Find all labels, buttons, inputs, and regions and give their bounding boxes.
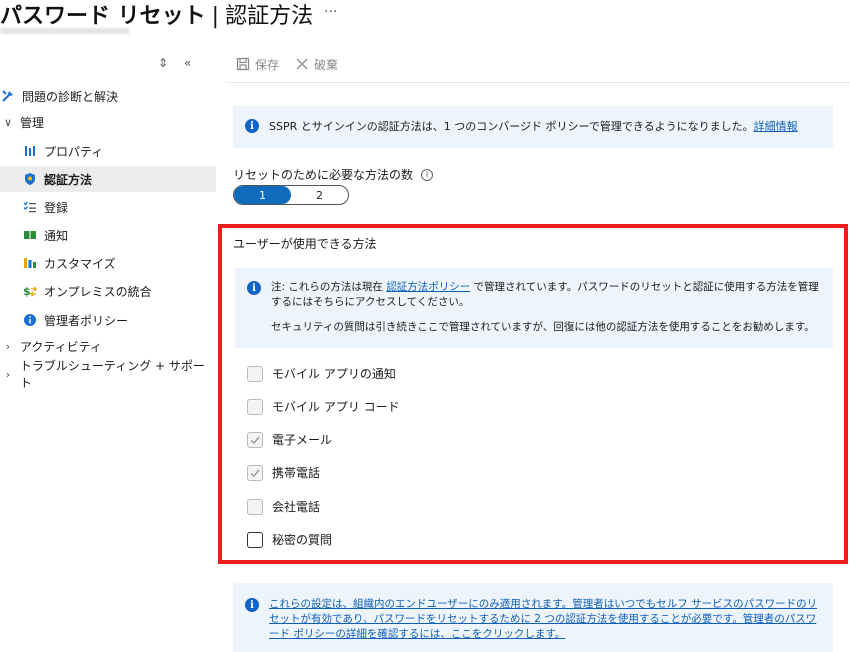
toolbar-divider [226,82,850,83]
info-tooltip-icon[interactable]: i [421,168,434,181]
methods-note-line2: セキュリティの質問は引き続きここで管理されていますが、回復には他の認証方法を使用… [271,321,815,333]
checkmark-icon [250,436,260,444]
chevron-right-icon: › [5,367,11,381]
info-banner-text-wrap: SSPR とサインインの認証方法は、1 つのコンバージド ポリシーで管理できるよ… [269,119,798,134]
methods-note-banner: i 注: これらの方法は現在 認証方法ポリシー で管理されています。パスワードの… [235,268,833,348]
sidebar-group-manage[interactable]: ∨ 管理 [0,109,216,135]
page-title: パスワード リセット | 認証方法 [0,0,313,30]
sidebar-item-label: 認証方法 [44,172,93,187]
method-label: 電子メール [272,433,333,447]
sidebar-item-onprem[interactable]: $ オンプレミスの統合 [0,278,216,304]
sidebar-item-diagnose[interactable]: 問題の診断と解決 [0,83,216,109]
checkmark-icon [250,469,260,477]
info-icon: i [245,119,259,133]
blurred-subtitle [0,28,130,34]
method-checkbox-mobile-phone[interactable]: 携帯電話 [247,464,320,481]
sidebar-item-label: トラブルシューティング + サポート [19,359,205,390]
info-circle-icon [22,312,38,328]
sidebar-item-notifications[interactable]: 通知 [0,222,216,248]
sidebar-item-registration[interactable]: 登録 [0,194,216,220]
sidebar-item-label: 問題の診断と解決 [22,89,119,104]
wrench-icon [0,88,16,104]
chevron-right-icon: › [5,339,11,353]
sidebar-tools: ⇕ « [152,56,212,72]
save-label: 保存 [255,57,280,72]
checkbox[interactable] [247,431,263,448]
checkbox[interactable] [247,398,263,415]
sidebar-item-label: オンプレミスの統合 [44,284,152,299]
sidebar-item-label: 管理者ポリシー [44,313,129,328]
sidebar-item-label: 管理 [20,115,45,130]
sidebar-item-auth-methods[interactable]: 認証方法 [0,166,216,192]
required-methods-label: リセットのために必要な方法の数 [233,168,414,182]
page-title-sub: 認証方法 [225,4,314,29]
method-checkbox-email[interactable]: 電子メール [247,431,332,448]
page-title-main: パスワード リセット [0,4,206,29]
svg-text:$: $ [23,285,31,298]
sidebar-item-customize[interactable]: カスタマイズ [0,250,216,276]
method-label: モバイル アプリ コード [272,400,400,414]
sidebar-item-properties[interactable]: プロパティ [0,138,216,164]
admin-policy-link[interactable]: これらの設定は、組織内のエンドユーザーにのみ適用されます。管理者はいつでもセルフ… [269,597,821,642]
info-icon: i [247,281,261,295]
collapse-sidebar-icon[interactable]: « [184,56,191,70]
checkbox[interactable] [247,365,263,382]
method-label: モバイル アプリの通知 [272,367,396,381]
sidebar-item-label: 通知 [44,228,69,243]
bar-chart-icon [22,255,38,271]
checkbox[interactable] [247,498,263,515]
info-banner-text: SSPR とサインインの認証方法は、1 つのコンバージド ポリシーで管理できるよ… [269,120,754,133]
sidebar-item-label: 登録 [44,200,69,215]
checkbox[interactable] [247,464,263,481]
methods-note-text-wrap: 注: これらの方法は現在 認証方法ポリシー で管理されています。パスワードのリセ… [271,280,821,335]
required-methods-label-row: リセットのために必要な方法の数 i [233,166,434,183]
required-methods-option-1[interactable]: 1 [234,186,291,204]
save-icon [236,57,250,71]
sidebar-item-label: アクティビティ [20,339,102,354]
sidebar-group-activity[interactable]: › アクティビティ [0,333,216,359]
required-methods-toggle: 1 2 [233,185,349,205]
shield-icon [22,171,38,187]
discard-label: 破棄 [314,57,339,72]
method-label: 秘密の質問 [272,533,333,547]
command-bar: 保存 破棄 [226,50,826,78]
more-options-button[interactable]: ··· [324,4,337,20]
title-bar: パスワード リセット | 認証方法 ··· [0,0,850,36]
policy-info-banner: i SSPR とサインインの認証方法は、1 つのコンバージド ポリシーで管理でき… [233,106,833,148]
title-separator: | [211,4,220,29]
info-icon: i [245,598,259,612]
save-button[interactable]: 保存 [236,56,279,73]
sidebar-item-label: プロパティ [44,144,104,159]
method-checkbox-security-questions[interactable]: 秘密の質問 [247,531,332,548]
methods-note-line1: 注: これらの方法は現在 認証方法ポリシー で管理されています。パスワードのリセ… [271,280,821,310]
checklist-icon [22,199,38,215]
auth-methods-policy-link[interactable]: 認証方法ポリシー [386,281,470,293]
learn-more-link[interactable]: 詳細情報 [754,120,798,133]
sync-icon: $ [22,283,38,299]
close-icon [296,58,308,70]
sidebar-item-label: カスタマイズ [44,256,116,271]
methods-note-prefix: 注: これらの方法は現在 [271,281,387,293]
methods-section-title: ユーザーが使用できる方法 [233,237,377,251]
method-label: 携帯電話 [272,466,321,480]
sidebar-group-troubleshooting[interactable]: › トラブルシューティング + サポート [0,359,216,390]
method-checkbox-mobile-app-notification[interactable]: モバイル アプリの通知 [247,365,396,382]
properties-icon [22,143,38,159]
sidebar: ⇕ « 問題の診断と解決 ∨ 管理 プロパティ 認証方法 登録 通知 カスタマイ… [0,50,216,650]
collapse-sort-icon[interactable]: ⇕ [158,56,168,70]
discard-button[interactable]: 破棄 [295,56,338,73]
chevron-down-icon: ∨ [3,115,13,129]
method-checkbox-office-phone[interactable]: 会社電話 [247,498,320,515]
method-checkbox-mobile-app-code[interactable]: モバイル アプリ コード [247,398,400,415]
book-icon [22,227,38,243]
required-methods-option-2[interactable]: 2 [291,186,348,204]
admin-policy-info-banner: i これらの設定は、組織内のエンドユーザーにのみ適用されます。管理者はいつでもセ… [233,583,833,652]
checkbox[interactable] [247,531,263,548]
method-label: 会社電話 [272,500,321,514]
sidebar-item-admin-policy[interactable]: 管理者ポリシー [0,307,216,333]
